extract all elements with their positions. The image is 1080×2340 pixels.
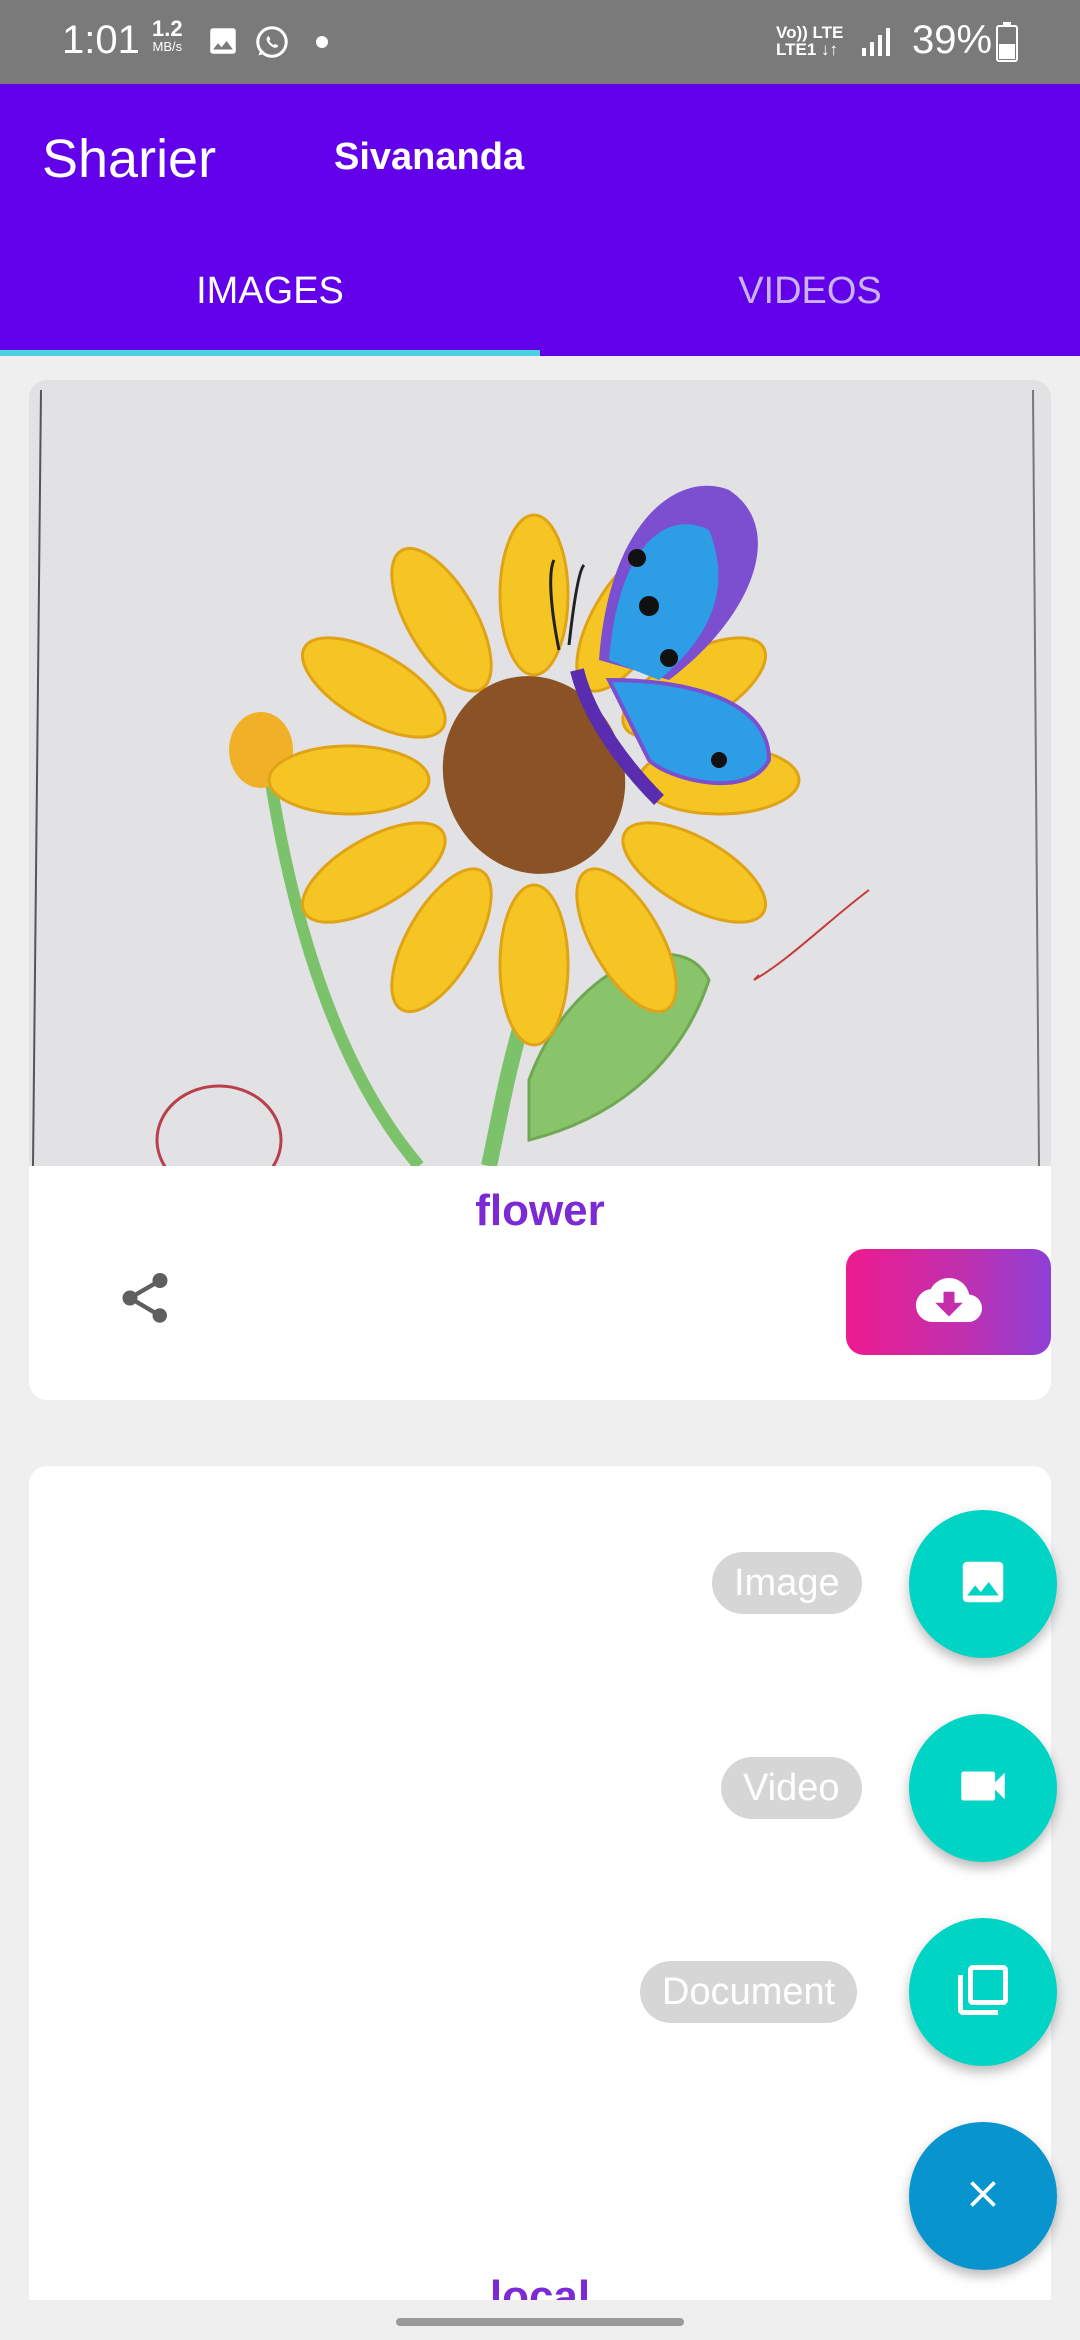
status-bar: 1:01 1.2 MB/s Vo)) LTE LTE1 ↓↑ 39% — [0, 0, 1080, 84]
app-title: Sharier — [42, 129, 217, 189]
fab-label-document[interactable]: Document — [640, 1961, 858, 2023]
network-speed-unit: MB/s — [152, 39, 183, 54]
fab-close-button[interactable] — [909, 2122, 1057, 2270]
battery-icon — [996, 22, 1018, 67]
image-card-2: local — [29, 1466, 1051, 2340]
battery-level: 39% — [912, 18, 993, 62]
cloud-download-icon — [915, 1267, 982, 1338]
status-time: 1:01 — [62, 18, 140, 62]
home-handle[interactable] — [396, 2318, 684, 2326]
fab-video-button[interactable] — [909, 1714, 1057, 1862]
close-icon — [961, 2172, 1005, 2221]
whatsapp-icon — [254, 24, 290, 65]
network-indicator: Vo)) LTE LTE1 ↓↑ — [776, 23, 844, 59]
user-name: Sivananda — [334, 136, 525, 178]
signal-icon — [860, 26, 894, 63]
videocam-icon — [954, 1757, 1012, 1820]
fab-image-button[interactable] — [909, 1510, 1057, 1658]
share-icon[interactable] — [115, 1268, 175, 1328]
card-title: flower — [475, 1186, 605, 1235]
card-image[interactable] — [29, 380, 1051, 1166]
fab-label-video[interactable]: Video — [721, 1757, 862, 1819]
image-icon — [956, 1555, 1010, 1614]
image-card: flower — [29, 380, 1051, 1400]
navigation-bar — [0, 2300, 1080, 2340]
gallery-icon — [206, 24, 240, 63]
tab-images[interactable]: IMAGES — [0, 270, 540, 313]
library-icon — [953, 1960, 1013, 2025]
tab-videos[interactable]: VIDEOS — [540, 270, 1080, 313]
network-speed: 1.2 MB/s — [152, 18, 183, 56]
download-button[interactable] — [846, 1249, 1051, 1355]
fab-document-button[interactable] — [909, 1918, 1057, 2066]
app-bar: Sharier Sivananda IMAGES VIDEOS — [0, 84, 1080, 356]
notification-dot — [316, 36, 328, 48]
tab-indicator — [0, 350, 540, 356]
fab-label-image[interactable]: Image — [712, 1552, 862, 1614]
